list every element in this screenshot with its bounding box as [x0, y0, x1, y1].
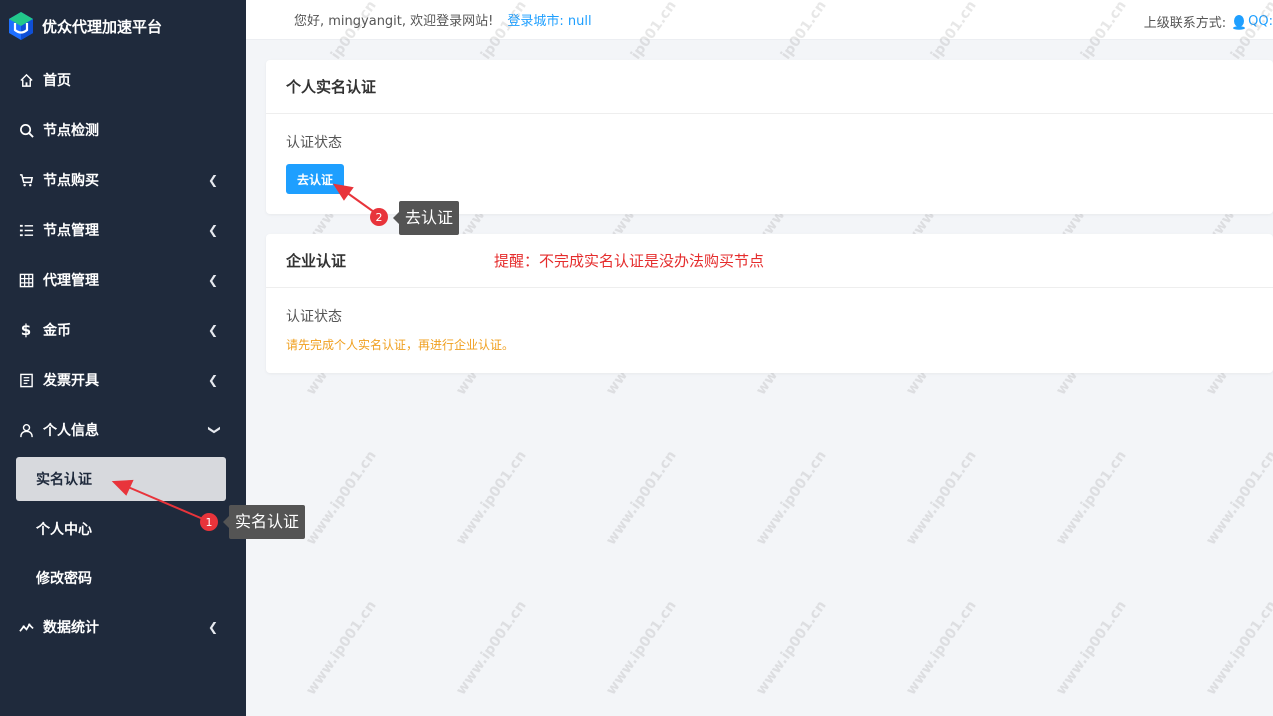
- watermark-text: www.ip001.cn: [1053, 598, 1130, 698]
- chevron-left-icon: ❮: [207, 173, 218, 187]
- card-header: 企业认证 提醒：不完成实名认证是没办法购买节点: [266, 234, 1273, 288]
- sidebar-item-label: 发票开具: [43, 373, 99, 389]
- submenu-item-real-name-auth[interactable]: 实名认证: [16, 457, 226, 501]
- top-header: 您好, mingyangit, 欢迎登录网站! 登录城市: null 上级联系方…: [246, 0, 1273, 40]
- submenu-item-change-password[interactable]: 修改密码: [0, 553, 246, 602]
- auth-status-label: 认证状态: [286, 135, 342, 151]
- watermark-text: www.ip001.cn: [303, 598, 380, 698]
- stats-icon: [18, 619, 34, 635]
- card-header: 个人实名认证: [266, 60, 1273, 114]
- sidebar-item-label: 节点管理: [43, 223, 99, 239]
- grid-icon: [18, 272, 34, 288]
- invoice-icon: [18, 372, 34, 388]
- chevron-left-icon: ❮: [207, 323, 218, 337]
- sidebar-item-statistics[interactable]: 数据统计 ❮: [0, 602, 246, 652]
- sidebar-item-label: 节点购买: [43, 173, 99, 189]
- watermark-text: www.ip001.cn: [903, 448, 980, 548]
- watermark-text: www.ip001.cn: [1203, 448, 1273, 548]
- contact-label: 上级联系方式:: [1143, 16, 1227, 31]
- sidebar-item-label: 节点检测: [43, 123, 99, 139]
- sidebar: 优众代理加速平台 首页 节点检测 节点购买 ❮ 节点管理 ❮ 代理管理 ❮ $ …: [0, 0, 246, 716]
- watermark-text: www.ip001.cn: [753, 598, 830, 698]
- dollar-icon: $: [20, 321, 32, 339]
- sidebar-item-label: 首页: [43, 73, 71, 89]
- annotation-label-1: 实名认证: [222, 505, 306, 539]
- watermark-text: www.ip001.cn: [753, 448, 830, 548]
- search-icon: [18, 122, 34, 138]
- watermark-text: www.ip001.cn: [903, 598, 980, 698]
- verify-button[interactable]: 去认证: [286, 164, 344, 194]
- greeting-text: 您好, mingyangit, 欢迎登录网站!: [294, 14, 494, 29]
- list-icon: [18, 222, 34, 238]
- personal-auth-card: 个人实名认证 认证状态 去认证: [266, 60, 1273, 214]
- contact-info: 上级联系方式: QQ:: [1144, 12, 1273, 31]
- card-title: 个人实名认证: [286, 78, 377, 96]
- brand-title: 优众代理加速平台: [42, 17, 163, 36]
- annotation-badge-1: 1: [200, 513, 218, 531]
- sidebar-item-home[interactable]: 首页: [0, 55, 246, 105]
- warning-text: 请先完成个人实名认证，再进行企业认证。: [286, 338, 515, 352]
- chevron-left-icon: ❮: [207, 273, 218, 287]
- annotation-badge-2: 2: [370, 208, 388, 226]
- watermark-text: www.ip001.cn: [603, 448, 680, 548]
- sidebar-item-coins[interactable]: $ 金币 ❮: [0, 305, 246, 355]
- chevron-down-icon: ❮: [205, 424, 220, 436]
- chevron-left-icon: ❮: [207, 373, 218, 387]
- reminder-text: 提醒：不完成实名认证是没办法购买节点: [494, 252, 765, 270]
- sidebar-item-node-purchase[interactable]: 节点购买 ❮: [0, 155, 246, 205]
- user-icon: [18, 422, 34, 438]
- enterprise-auth-card: 企业认证 提醒：不完成实名认证是没办法购买节点 认证状态 请先完成个人实名认证，…: [266, 234, 1273, 373]
- sidebar-item-label: 数据统计: [43, 620, 99, 636]
- watermark-text: www.ip001.cn: [603, 598, 680, 698]
- brand-logo-icon: [9, 12, 33, 40]
- cart-icon: [18, 172, 34, 188]
- sidebar-item-proxy-manage[interactable]: 代理管理 ❮: [0, 255, 246, 305]
- auth-status-label: 认证状态: [286, 309, 342, 325]
- contact-qq[interactable]: QQ:: [1248, 14, 1273, 29]
- brand[interactable]: 优众代理加速平台: [0, 0, 246, 52]
- home-icon: [18, 72, 34, 88]
- sidebar-item-node-check[interactable]: 节点检测: [0, 105, 246, 155]
- watermark-text: www.ip001.cn: [1053, 448, 1130, 548]
- annotation-label-2: 去认证: [392, 201, 460, 235]
- watermark-text: www.ip001.cn: [303, 448, 380, 548]
- sidebar-item-label: 个人信息: [43, 423, 99, 439]
- qq-icon[interactable]: [1232, 14, 1246, 30]
- sidebar-item-label: 代理管理: [43, 273, 99, 289]
- card-title: 企业认证: [286, 252, 347, 270]
- sidebar-item-invoice[interactable]: 发票开具 ❮: [0, 355, 246, 405]
- watermark-text: www.ip001.cn: [453, 448, 530, 548]
- watermark-text: www.ip001.cn: [1203, 598, 1273, 698]
- sidebar-item-label: 金币: [43, 323, 71, 339]
- sidebar-item-node-manage[interactable]: 节点管理 ❮: [0, 205, 246, 255]
- chevron-left-icon: ❮: [207, 620, 218, 634]
- watermark-text: www.ip001.cn: [453, 598, 530, 698]
- login-city: 登录城市: null: [507, 14, 592, 29]
- sidebar-item-personal-info[interactable]: 个人信息 ❮: [0, 405, 246, 455]
- chevron-left-icon: ❮: [207, 223, 218, 237]
